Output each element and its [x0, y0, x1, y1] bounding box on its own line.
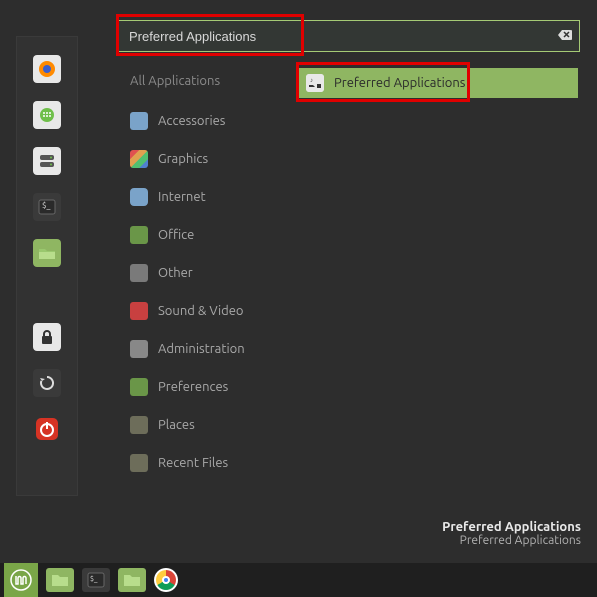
terminal-icon[interactable]: $_: [33, 193, 61, 221]
category-label: Other: [158, 266, 193, 280]
svg-text:$_: $_: [42, 201, 51, 210]
categories-list: All Applications Accessories Graphics Inte…: [126, 68, 282, 482]
firefox-icon[interactable]: [33, 55, 61, 83]
taskbar: $_: [0, 563, 597, 597]
search-input[interactable]: [118, 20, 580, 52]
restart-icon[interactable]: [33, 369, 61, 397]
category-label: Accessories: [158, 114, 225, 128]
category-item[interactable]: Internet: [126, 178, 282, 216]
preferred-apps-icon: ♪: [306, 74, 324, 92]
app-info: Preferred Applications Preferred Applica…: [442, 520, 581, 547]
app-info-title: Preferred Applications: [442, 520, 581, 534]
ci-graphics-icon: [130, 150, 148, 168]
svg-text:♪: ♪: [310, 77, 313, 84]
category-item[interactable]: Office: [126, 216, 282, 254]
mint-menu-icon[interactable]: [4, 563, 38, 597]
category-label: Sound & Video: [158, 304, 244, 318]
category-item[interactable]: Recent Files: [126, 444, 282, 482]
chrome-task-icon[interactable]: [154, 568, 178, 592]
ci-admin-icon: [130, 340, 148, 358]
ci-accessories-icon: [130, 112, 148, 130]
category-item[interactable]: Administration: [126, 330, 282, 368]
files-task-icon[interactable]: [46, 568, 74, 592]
category-item[interactable]: Sound & Video: [126, 292, 282, 330]
category-label: Office: [158, 228, 194, 242]
ci-places-icon: [130, 416, 148, 434]
files-icon[interactable]: [33, 239, 61, 267]
ci-office-icon: [130, 226, 148, 244]
ci-sound-icon: [130, 302, 148, 320]
ci-internet-icon: [130, 188, 148, 206]
power-icon[interactable]: [33, 415, 61, 443]
category-item[interactable]: Places: [126, 406, 282, 444]
category-item[interactable]: Accessories: [126, 102, 282, 140]
search-result-label: Preferred Applications: [334, 76, 465, 90]
svg-text:$_: $_: [90, 575, 98, 583]
category-item[interactable]: Graphics: [126, 140, 282, 178]
category-label: Places: [158, 418, 195, 432]
category-item[interactable]: Other: [126, 254, 282, 292]
ci-other-icon: [130, 264, 148, 282]
search-bar: [118, 20, 580, 52]
app-info-subtitle: Preferred Applications: [442, 534, 581, 547]
ci-recent-icon: [130, 454, 148, 472]
ci-prefs-icon: [130, 378, 148, 396]
category-item[interactable]: Preferences: [126, 368, 282, 406]
category-label: Recent Files: [158, 456, 228, 470]
category-label: Internet: [158, 190, 206, 204]
category-label: Preferences: [158, 380, 228, 394]
files-task-icon-2[interactable]: [118, 568, 146, 592]
categories-header[interactable]: All Applications: [126, 68, 282, 102]
clear-search-icon[interactable]: [558, 28, 572, 42]
servers-icon[interactable]: [33, 147, 61, 175]
search-result-item[interactable]: ♪ Preferred Applications: [298, 68, 578, 98]
favorites-dock: $_: [16, 36, 78, 496]
circle-app-icon[interactable]: [33, 101, 61, 129]
lock-icon[interactable]: [33, 323, 61, 351]
category-label: Administration: [158, 342, 245, 356]
category-label: Graphics: [158, 152, 208, 166]
terminal-task-icon[interactable]: $_: [82, 568, 110, 592]
